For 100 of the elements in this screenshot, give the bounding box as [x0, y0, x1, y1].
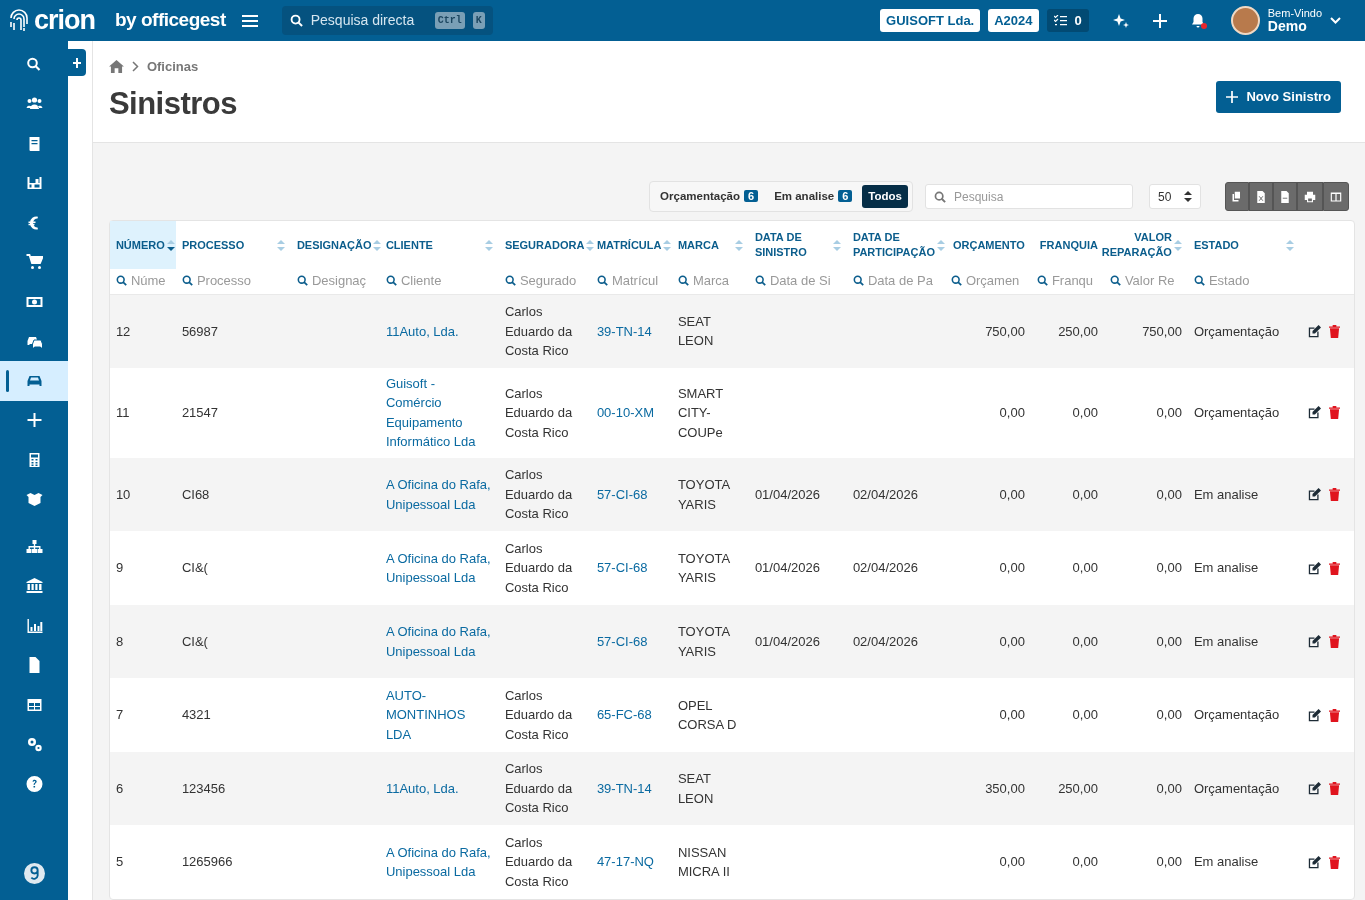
table-cell: 0,00 — [1072, 707, 1098, 723]
plus-icon — [25, 412, 43, 429]
table-cell: 01/04/2026 — [754, 633, 820, 649]
edit-icon[interactable] — [1307, 855, 1321, 869]
cell-link[interactable]: A Oficina do Rafa, Unipessoal Lda — [385, 548, 493, 588]
table-cell: 02/04/2026 — [852, 560, 918, 576]
table-cell: SMART CITY-COUPe — [677, 385, 723, 440]
cell-link[interactable]: 00-10-XM — [596, 403, 666, 423]
edit-icon[interactable] — [1307, 488, 1321, 501]
edit-icon[interactable] — [1307, 782, 1321, 795]
avatar — [1230, 6, 1260, 35]
export-button[interactable] — [1323, 182, 1349, 212]
company-selector[interactable]: GUISOFT Lda. — [880, 8, 981, 33]
table-cell: 123456 — [181, 780, 226, 796]
column-header[interactable]: DATA DE SINISTRO — [748, 221, 847, 270]
search-icon — [181, 275, 193, 287]
table-cell: CI68 — [181, 486, 210, 502]
table-cell: SEAT LEON — [677, 771, 714, 806]
trash-icon[interactable] — [1328, 561, 1340, 575]
column-header[interactable]: MATRÍCULA — [590, 221, 672, 270]
export-button[interactable] — [1273, 182, 1297, 212]
cell-link[interactable]: A Oficina do Rafa, Unipessoal Lda — [385, 842, 493, 882]
column-header[interactable]: DATA DE PARTICIPAÇÃO — [846, 221, 945, 270]
trash-icon[interactable] — [1328, 324, 1340, 338]
table-cell: 01/04/2026 — [754, 486, 820, 502]
edit-icon[interactable] — [1307, 324, 1321, 338]
column-header[interactable]: ESTADO — [1187, 221, 1300, 270]
export-button[interactable] — [1297, 182, 1323, 212]
trash-icon[interactable] — [1328, 488, 1340, 501]
table-cell: TOYOTA YARIS — [677, 477, 730, 512]
cell-link[interactable]: 47-17-NQ — [596, 852, 666, 872]
sort-arrows-icon — [1184, 191, 1192, 203]
export-button[interactable] — [1249, 182, 1273, 212]
sidebar-item[interactable] — [0, 361, 68, 401]
plus-icon — [1226, 90, 1239, 103]
column-header[interactable]: ORÇAMENTO — [944, 221, 1031, 270]
table-cell: 9 — [115, 560, 124, 576]
checklist-icon — [1053, 15, 1067, 26]
table-cell: Em analise — [1193, 633, 1259, 649]
table-cell: 6 — [115, 780, 124, 796]
trash-icon[interactable] — [1328, 782, 1340, 795]
bell-icon[interactable] — [1190, 12, 1207, 29]
column-header[interactable]: VALOR REPARAÇÃO — [1103, 221, 1188, 270]
column-header[interactable]: CLIENTE — [379, 221, 499, 270]
search-icon — [296, 275, 308, 287]
edit-icon[interactable] — [1307, 561, 1321, 575]
trash-icon[interactable] — [1328, 708, 1340, 722]
logo[interactable]: crion — [34, 7, 95, 34]
column-header[interactable]: DESIGNAÇÃO — [290, 221, 380, 270]
sort-icon — [276, 239, 285, 251]
table-cell: 5 — [115, 854, 124, 870]
edit-icon[interactable] — [1307, 635, 1321, 648]
search-field[interactable]: Pesquisa directa Ctrl K — [281, 6, 493, 35]
trash-icon[interactable] — [1328, 635, 1340, 648]
table-cell: 10 — [115, 486, 131, 502]
new-claim-button[interactable]: Novo Sinistro — [1216, 81, 1341, 113]
breadcrumb-link[interactable]: Oficinas — [146, 57, 199, 77]
year-selector[interactable]: A2024 — [988, 8, 1039, 33]
table-cell: 7 — [115, 707, 124, 723]
tasks-button[interactable]: 0 — [1046, 8, 1089, 33]
sitemap-icon — [25, 538, 43, 555]
page-size-select[interactable]: 50 — [1149, 184, 1201, 210]
table-cell: Orçamentação — [1193, 405, 1280, 420]
table-cell: 56987 — [181, 323, 219, 339]
chart-icon — [25, 617, 43, 634]
export-button[interactable] — [1225, 182, 1249, 212]
column-header[interactable]: MARCA — [671, 221, 749, 270]
menu-button[interactable] — [241, 13, 258, 28]
filter-tab[interactable]: Orçamentação 6 — [654, 185, 765, 209]
column-header[interactable]: NÚMERO — [109, 221, 176, 270]
cell-link[interactable]: AUTO-MONTINHOS LDA — [385, 685, 493, 745]
table-cell: 250,00 — [1058, 780, 1098, 796]
trash-icon[interactable] — [1328, 855, 1340, 869]
sort-icon — [586, 239, 595, 251]
home-icon[interactable] — [108, 60, 124, 74]
chevron-down-icon[interactable] — [1330, 16, 1341, 25]
filter-tab[interactable]: Todos — [862, 185, 908, 209]
sidebar-toggle-button[interactable] — [68, 49, 86, 76]
page-title: Sinistros — [108, 84, 238, 122]
table-cell: 0,00 — [1072, 405, 1098, 420]
table-cell: Em analise — [1193, 486, 1259, 502]
filter-tab[interactable]: Em analise 6 — [768, 185, 859, 209]
edit-icon[interactable] — [1307, 406, 1321, 420]
cell-link[interactable]: 57-CI-68 — [596, 558, 666, 578]
table-cell: 0,00 — [1156, 405, 1182, 420]
table-cell: 0,00 — [1156, 486, 1182, 502]
search-icon — [1109, 275, 1121, 287]
table-cell: 01/04/2026 — [754, 560, 820, 576]
cell-link[interactable]: 65-FC-68 — [596, 705, 666, 725]
search-icon — [852, 275, 864, 287]
trash-icon[interactable] — [1328, 406, 1340, 420]
sparkle-icon[interactable] — [1112, 12, 1129, 29]
plus-icon[interactable] — [1152, 13, 1167, 28]
edit-icon[interactable] — [1307, 708, 1321, 722]
table-cell: OPEL CORSA D — [677, 697, 737, 732]
g-logo-icon[interactable] — [23, 863, 45, 884]
user-name: Demo — [1267, 19, 1308, 33]
cell-link[interactable]: Guisoft - Comércio Equipamento Informático Lda — [385, 373, 493, 452]
column-header[interactable]: PROCESSO — [175, 221, 291, 270]
column-header[interactable]: SEGURADORA — [498, 221, 591, 270]
